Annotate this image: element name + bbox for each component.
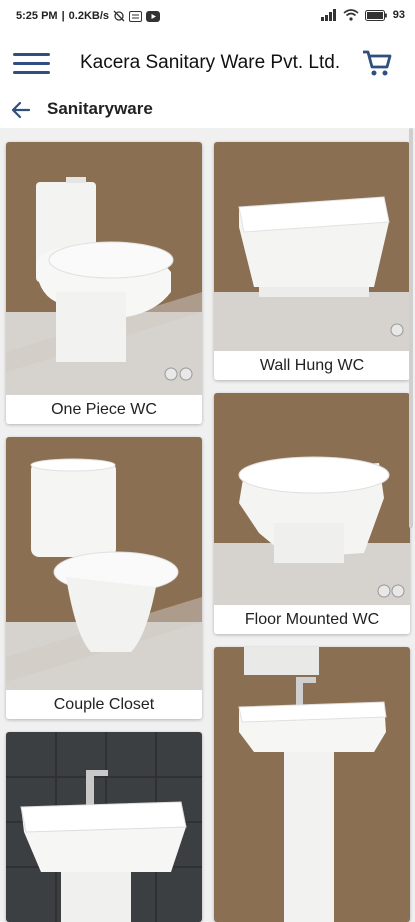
product-card-wash-basin[interactable] [6,732,202,922]
wifi-icon [343,9,359,21]
status-speed: 0.2KB/s [68,10,110,22]
product-name: Wall Hung WC [214,351,410,380]
status-left: 5:25 PM | 0.2KB/s [16,10,161,22]
product-name: Couple Closet [6,690,202,719]
battery-level: 93 [392,9,405,21]
no-alarm-icon [113,10,125,22]
product-card-wall-hung-wc[interactable]: Wall Hung WC [214,142,410,380]
product-image [214,393,410,605]
status-divider: | [61,10,65,22]
product-image [214,142,410,351]
app-title: Kacera Sanitary Ware Pvt. Ltd. [80,52,341,73]
product-image [6,732,202,922]
product-card-floor-mounted-wc[interactable]: Floor Mounted WC [214,393,410,634]
notification-icon [129,10,143,22]
signal-icon [320,9,336,21]
sub-header: Sanitaryware [0,93,415,128]
product-image [6,142,202,395]
hamburger-menu-icon[interactable] [13,53,50,74]
product-name: One Piece WC [6,395,202,424]
product-image [6,437,202,690]
status-time: 5:25 PM [16,10,58,22]
shopping-cart-icon[interactable] [361,47,393,79]
product-card-one-piece-wc[interactable]: One Piece WC [6,142,202,424]
product-card-couple-closet[interactable]: Couple Closet [6,437,202,719]
status-right: 93 [320,9,405,21]
page-title: Sanitaryware [47,99,153,118]
youtube-icon [146,10,161,22]
product-card-pedestal-basin[interactable] [214,647,410,922]
back-arrow-icon[interactable] [10,99,32,121]
product-image [214,647,410,922]
app-bar: Kacera Sanitary Ware Pvt. Ltd. [0,33,415,93]
status-bar: 5:25 PM | 0.2KB/s 93 [0,0,415,33]
scrollbar[interactable] [409,128,413,528]
battery-icon [364,9,387,21]
product-name: Floor Mounted WC [214,605,410,634]
